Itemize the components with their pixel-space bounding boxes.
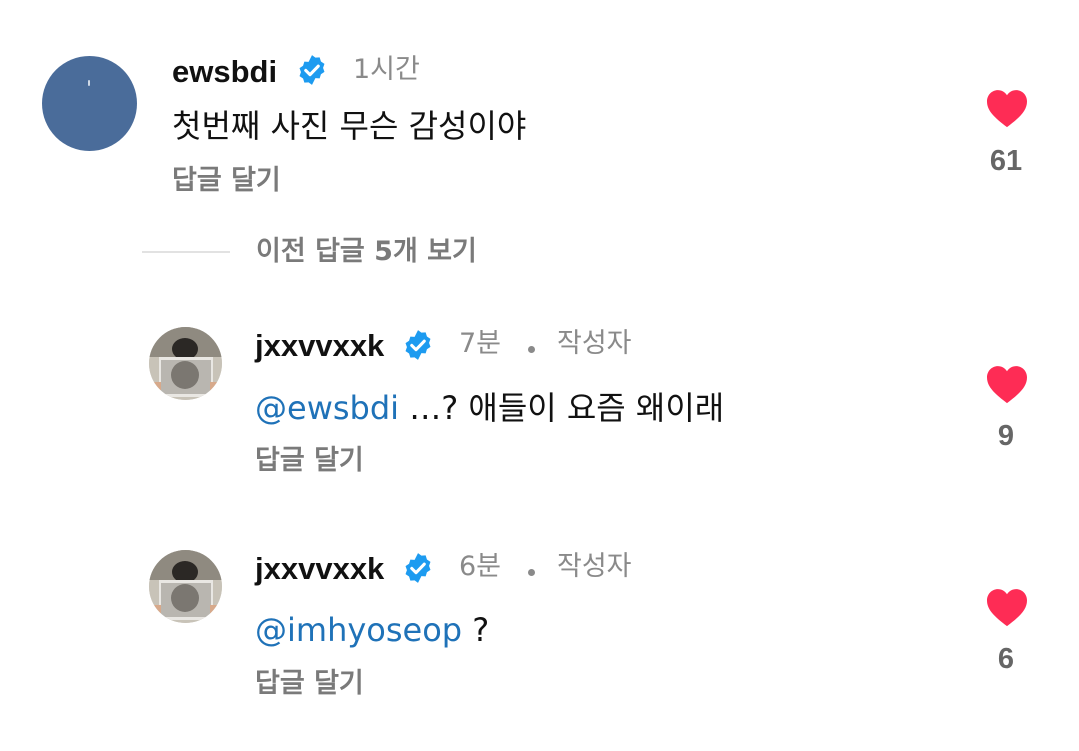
avatar-photo bbox=[149, 550, 222, 623]
heart-icon[interactable] bbox=[985, 364, 1029, 404]
verified-badge-icon bbox=[405, 330, 431, 360]
avatar-jxxvvxxk[interactable] bbox=[149, 327, 222, 400]
reply-username[interactable]: jxxvvxxk bbox=[255, 330, 384, 361]
comment-time: 1시간 bbox=[353, 54, 420, 85]
mention-link[interactable]: @ewsbdi bbox=[255, 389, 399, 427]
reply-body: ? bbox=[462, 611, 490, 649]
reply-text: @ewsbdi …? 애들이 요즘 왜이래 bbox=[255, 392, 724, 424]
replies-divider bbox=[142, 251, 230, 253]
reply-text: @imhyoseop ? bbox=[255, 614, 489, 646]
reply-button[interactable]: 답글 달기 bbox=[255, 447, 364, 474]
reply-button[interactable]: 답글 달기 bbox=[172, 167, 281, 194]
separator-dot bbox=[528, 346, 535, 353]
like-count: 9 bbox=[997, 420, 1015, 452]
avatar-ewsbdi[interactable] bbox=[42, 56, 137, 151]
avatar-photo bbox=[149, 327, 222, 400]
verified-badge-icon bbox=[405, 553, 431, 583]
comment-username[interactable]: ewsbdi bbox=[172, 56, 277, 87]
reply-time: 7분 bbox=[459, 328, 502, 359]
avatar-jxxvvxxk[interactable] bbox=[149, 550, 222, 623]
reply-button[interactable]: 답글 달기 bbox=[255, 670, 364, 697]
separator-dot bbox=[528, 569, 535, 576]
reply-body: …? 애들이 요즘 왜이래 bbox=[399, 389, 725, 427]
like-count: 6 bbox=[997, 643, 1015, 675]
verified-badge-icon bbox=[299, 55, 325, 85]
like-count: 61 bbox=[989, 145, 1023, 177]
mention-link[interactable]: @imhyoseop bbox=[255, 611, 462, 649]
author-badge: 작성자 bbox=[557, 328, 632, 359]
heart-icon[interactable] bbox=[985, 587, 1029, 627]
comment-text: 첫번째 사진 무슨 감성이야 bbox=[172, 107, 527, 145]
view-previous-replies-button[interactable]: 이전 답글 5개 보기 bbox=[256, 238, 477, 265]
author-badge: 작성자 bbox=[557, 551, 632, 582]
reply-username[interactable]: jxxvvxxk bbox=[255, 553, 384, 584]
reply-time: 6분 bbox=[459, 551, 502, 582]
heart-icon[interactable] bbox=[985, 88, 1029, 128]
